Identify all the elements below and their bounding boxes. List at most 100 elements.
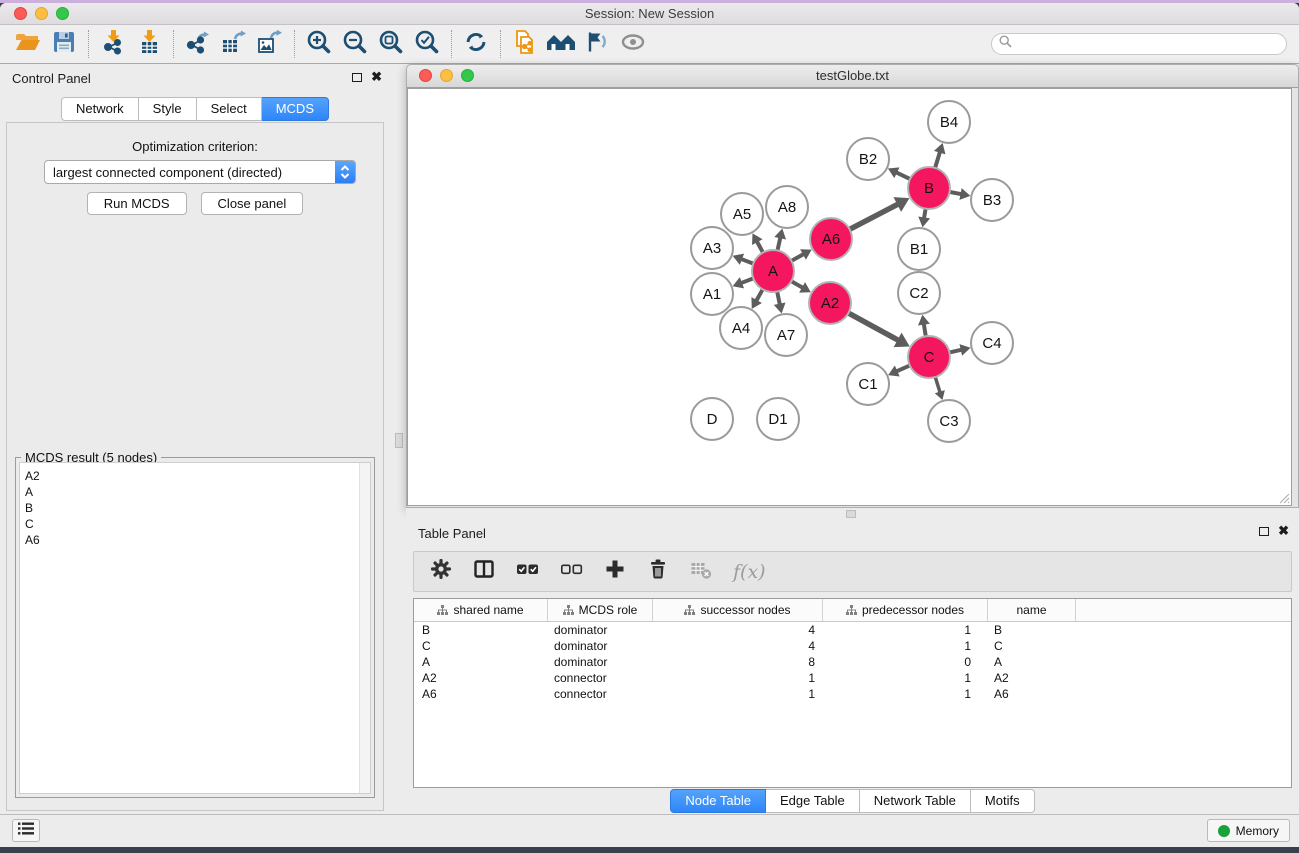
graph-node-A6[interactable]: A6 xyxy=(810,218,852,260)
import-table-button[interactable] xyxy=(131,28,167,60)
graph-node-C3[interactable]: C3 xyxy=(928,400,970,442)
zoom-in-button[interactable] xyxy=(301,28,337,60)
svg-text:B4: B4 xyxy=(940,114,958,131)
splitter-collapse-handle[interactable] xyxy=(395,433,403,448)
graph-edge-A-A2 xyxy=(790,281,803,288)
graph-node-A3[interactable]: A3 xyxy=(691,227,733,269)
close-panel-icon[interactable]: ✖ xyxy=(371,69,382,85)
graph-node-D1[interactable]: D1 xyxy=(757,398,799,440)
column-header-successor-nodes[interactable]: successor nodes xyxy=(653,599,823,621)
tab-edge-table[interactable]: Edge Table xyxy=(766,789,860,813)
graph-node-B1[interactable]: B1 xyxy=(898,228,940,270)
export-table-button[interactable] xyxy=(216,28,252,60)
graph-node-A8[interactable]: A8 xyxy=(766,186,808,228)
tab-motifs[interactable]: Motifs xyxy=(971,789,1035,813)
table-settings-button[interactable] xyxy=(430,559,452,585)
zoom-fit-icon xyxy=(378,29,404,60)
graph-node-A1[interactable]: A1 xyxy=(691,273,733,315)
graph-node-C1[interactable]: C1 xyxy=(847,363,889,405)
close-panel-button[interactable]: Close panel xyxy=(201,192,304,215)
search-box[interactable] xyxy=(991,33,1287,55)
tab-style[interactable]: Style xyxy=(139,97,197,121)
table-row[interactable]: A2connector11A2 xyxy=(414,670,1291,686)
graph-node-B4[interactable]: B4 xyxy=(928,101,970,143)
graph-node-B2[interactable]: B2 xyxy=(847,138,889,180)
mcds-result-item[interactable]: B xyxy=(25,500,370,516)
delete-table-button[interactable] xyxy=(690,559,712,585)
network-overview-button[interactable] xyxy=(543,28,579,60)
hide-selected-button[interactable] xyxy=(579,28,615,60)
graph-node-B3[interactable]: B3 xyxy=(971,179,1013,221)
import-network-button[interactable] xyxy=(95,28,131,60)
optimization-dropdown[interactable]: largest connected component (directed) xyxy=(44,160,356,184)
resize-grip-icon[interactable] xyxy=(1277,491,1290,504)
horizontal-splitter-handle[interactable] xyxy=(846,510,856,518)
graph-node-A7[interactable]: A7 xyxy=(765,314,807,356)
graph-node-A[interactable]: A xyxy=(752,250,794,292)
column-header-predecessor-nodes[interactable]: predecessor nodes xyxy=(823,599,988,621)
memory-button[interactable]: Memory xyxy=(1207,819,1290,842)
zoom-selected-button[interactable] xyxy=(409,28,445,60)
tab-select[interactable]: Select xyxy=(197,97,262,121)
table-row[interactable]: Cdominator41C xyxy=(414,638,1291,654)
close-panel-icon[interactable]: ✖ xyxy=(1278,523,1289,539)
tab-network[interactable]: Network xyxy=(61,97,139,121)
show-hide-button[interactable] xyxy=(615,28,651,60)
zoom-fit-button[interactable] xyxy=(373,28,409,60)
function-builder-button[interactable]: f(x) xyxy=(733,559,766,585)
trash-icon xyxy=(647,558,669,585)
table-row[interactable]: Adominator80A xyxy=(414,654,1291,670)
export-network-button[interactable] xyxy=(180,28,216,60)
duplicate-network-button[interactable] xyxy=(507,28,543,60)
search-input[interactable] xyxy=(1017,36,1279,52)
graph-edge-C-C1 xyxy=(896,365,910,371)
graph-node-A4[interactable]: A4 xyxy=(720,307,762,349)
tab-mcds[interactable]: MCDS xyxy=(262,97,329,121)
select-all-button[interactable] xyxy=(516,559,539,585)
graph-node-C[interactable]: C xyxy=(908,336,950,378)
graph-node-D[interactable]: D xyxy=(691,398,733,440)
horizontal-splitter[interactable] xyxy=(406,508,1299,520)
refresh-layout-button[interactable] xyxy=(458,28,494,60)
add-column-button[interactable] xyxy=(604,559,626,585)
mcds-result-item[interactable]: C xyxy=(25,516,370,532)
network-canvas[interactable]: B4 B2 B B3 A8A5 A6 A3 B1 A A1 C2 A2 A4A7 C4 C C1 D D1 C3 xyxy=(407,88,1292,506)
deselect-all-button[interactable] xyxy=(560,559,583,585)
column-header-MCDS-role[interactable]: MCDS role xyxy=(548,599,653,621)
run-mcds-button[interactable]: Run MCDS xyxy=(87,192,187,215)
float-panel-icon[interactable] xyxy=(352,73,362,82)
main-toolbar xyxy=(0,25,1299,64)
result-list-scrollbar[interactable] xyxy=(359,463,370,793)
column-header-name[interactable]: name xyxy=(988,599,1076,621)
mcds-result-item[interactable]: A xyxy=(25,484,370,500)
tab-network-table[interactable]: Network Table xyxy=(860,789,971,813)
graph-node-B[interactable]: B xyxy=(908,167,950,209)
graph-node-A5[interactable]: A5 xyxy=(721,193,763,235)
zoom-out-button[interactable] xyxy=(337,28,373,60)
graph-node-C4[interactable]: C4 xyxy=(971,322,1013,364)
open-session-button[interactable] xyxy=(10,28,46,60)
task-history-button[interactable] xyxy=(12,819,40,842)
graph-node-C2[interactable]: C2 xyxy=(898,272,940,314)
flag-icon xyxy=(584,29,610,60)
column-header-shared-name[interactable]: shared name xyxy=(414,599,548,621)
float-panel-icon[interactable] xyxy=(1259,527,1269,536)
network-window: testGlobe.txt B4B2BB3A8A5A6A3B1AA1C2A2A4… xyxy=(406,64,1299,508)
mcds-result-item[interactable]: A6 xyxy=(25,532,370,548)
table-row[interactable]: Bdominator41B xyxy=(414,622,1291,638)
delete-column-button[interactable] xyxy=(647,559,669,585)
export-image-icon xyxy=(256,29,284,60)
tab-node-table[interactable]: Node Table xyxy=(670,789,766,813)
svg-text:A: A xyxy=(768,263,778,280)
vertical-splitter[interactable] xyxy=(390,64,406,815)
checked-boxes-icon xyxy=(516,561,539,582)
table-cell: connector xyxy=(548,687,653,701)
export-image-button[interactable] xyxy=(252,28,288,60)
mcds-result-item[interactable]: A2 xyxy=(25,468,370,484)
graph-edge-A-A8 xyxy=(777,237,780,251)
graph-node-A2[interactable]: A2 xyxy=(809,282,851,324)
table-row[interactable]: A6connector11A6 xyxy=(414,686,1291,702)
save-session-button[interactable] xyxy=(46,28,82,60)
graph-edge-C-C3 xyxy=(935,376,940,393)
toggle-columns-button[interactable] xyxy=(473,559,495,585)
